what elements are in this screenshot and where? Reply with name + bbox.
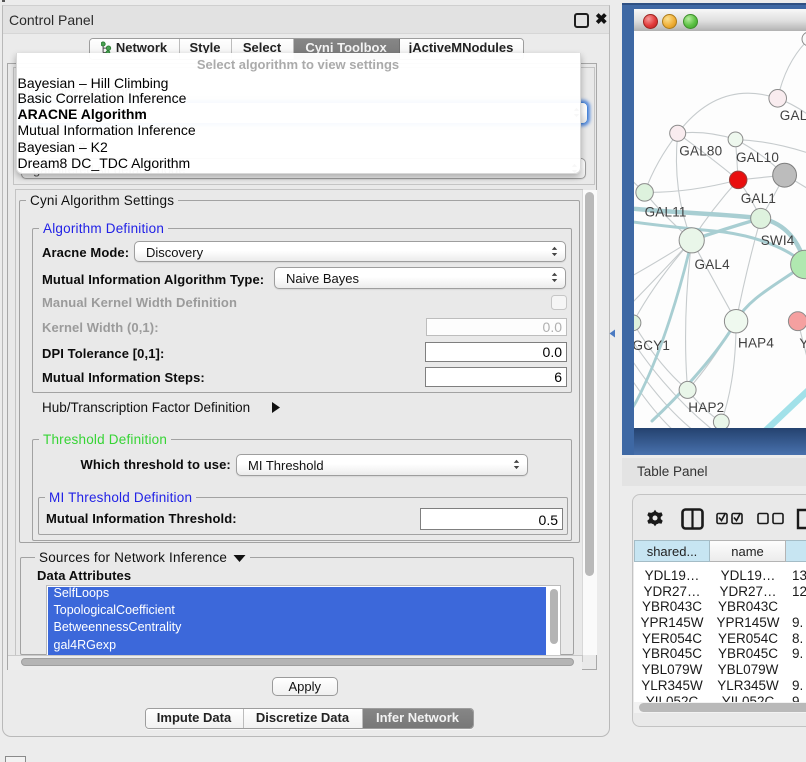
svg-text:GAL11: GAL11 bbox=[645, 205, 687, 220]
svg-text:YE: YE bbox=[799, 336, 806, 351]
svg-text:HAP2: HAP2 bbox=[688, 400, 724, 415]
svg-text:SWI4: SWI4 bbox=[761, 233, 795, 248]
svg-text:GAL1: GAL1 bbox=[741, 191, 776, 206]
svg-text:HAP4: HAP4 bbox=[738, 336, 774, 351]
svg-text:GAL10: GAL10 bbox=[736, 150, 779, 165]
svg-text:GCY1: GCY1 bbox=[634, 338, 670, 353]
svg-text:GAL2: GAL2 bbox=[780, 108, 806, 123]
svg-text:GAL80: GAL80 bbox=[679, 144, 722, 159]
svg-text:GAL4: GAL4 bbox=[695, 257, 731, 272]
